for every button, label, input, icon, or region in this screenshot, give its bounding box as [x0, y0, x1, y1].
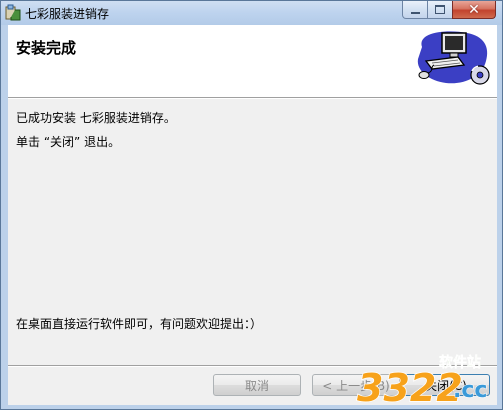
- computer-setup-icon: [417, 31, 490, 85]
- site-watermark-logo: 软件站 3322 .cc: [356, 354, 488, 409]
- close-instruction-text: 单击 “关闭” 退出。: [16, 135, 121, 149]
- installer-window: 七彩服装进销存 ✕ 安装完成 已成功安装 七彩服装进销存。 单击 “关闭” 退出…: [0, 0, 503, 410]
- installer-app-icon: [5, 4, 21, 21]
- client-area: 安装完成 已成功安装 七彩服装进销存。 单击 “关闭” 退出。 在桌面直接运行软…: [8, 25, 497, 405]
- install-success-text: 已成功安装 七彩服装进销存。: [16, 111, 176, 125]
- header-banner: 安装完成: [8, 25, 497, 97]
- minimize-icon: [410, 11, 420, 14]
- close-button[interactable]: ✕: [452, 1, 496, 19]
- maximize-button[interactable]: [427, 1, 453, 19]
- title-bar[interactable]: 七彩服装进销存 ✕: [1, 1, 502, 25]
- maximize-icon: [435, 5, 445, 14]
- header-divider: [8, 97, 497, 99]
- page-title: 安装完成: [16, 39, 77, 57]
- watermark-brand: 3322: [357, 366, 463, 409]
- cancel-button[interactable]: 取消: [213, 374, 301, 396]
- watermark-suffix: .cc: [453, 378, 487, 403]
- run-hint-text: 在桌面直接运行软件即可，有问题欢迎提出：）: [16, 317, 263, 331]
- minimize-button[interactable]: [402, 1, 428, 19]
- window-title: 七彩服装进销存: [25, 7, 110, 21]
- close-icon: ✕: [468, 1, 480, 18]
